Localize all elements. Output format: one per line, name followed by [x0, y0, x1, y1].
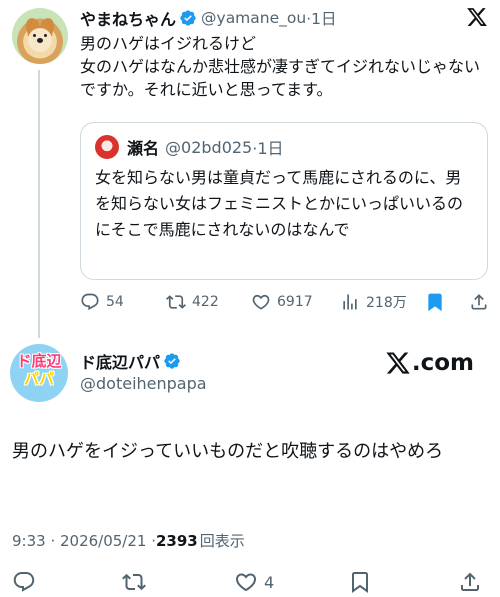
avatar-yamane[interactable] — [12, 8, 68, 64]
x-logo-icon — [386, 352, 410, 374]
tweet2-handle[interactable]: @doteihenpapa — [80, 374, 207, 393]
share-icon — [471, 294, 487, 310]
repost-count: 422 — [192, 294, 219, 310]
reply-count: 54 — [106, 294, 124, 310]
like-button[interactable]: 4 — [234, 570, 274, 594]
reply-button[interactable] — [12, 570, 42, 594]
share-button[interactable] — [458, 570, 488, 594]
tweet2-action-bar: 4 — [0, 570, 500, 596]
verified-badge-icon — [180, 10, 196, 26]
x-logo-icon[interactable] — [466, 6, 488, 28]
tweet1-handle[interactable]: @yamane_ou — [201, 9, 306, 27]
tweet1-author-name[interactable]: やまねちゃん — [80, 6, 176, 30]
avatar-doteihenpapa[interactable]: ド底辺 パパ — [10, 344, 68, 402]
bookmark-button[interactable] — [348, 570, 378, 594]
dog-eye-right — [44, 34, 47, 37]
repost-icon — [122, 573, 146, 591]
heart-icon — [252, 294, 270, 310]
tweet2-timestamp[interactable]: 9:33 · 2026/05/21 · — [12, 532, 156, 550]
bookmark-icon — [352, 572, 368, 593]
bookmark-button[interactable] — [425, 290, 451, 314]
bookmark-filled-icon — [428, 293, 442, 312]
quoted-text: 女を知らない男は童貞だって馬鹿にされるのに、男を知らない女はフェミニストとかにい… — [95, 168, 464, 239]
tweet2-view-count: 2393 — [155, 531, 198, 550]
views-button[interactable]: 218万 — [340, 290, 407, 314]
tweet2-author-name[interactable]: ド底辺パパ — [80, 349, 160, 373]
x-com-watermark: .com — [385, 350, 474, 376]
tweet2-view-label: 回表示 — [199, 532, 245, 550]
repost-icon — [166, 295, 186, 309]
share-button[interactable] — [469, 290, 495, 314]
share-icon — [461, 572, 479, 591]
like-count: 4 — [264, 572, 275, 592]
reply-button[interactable]: 54 — [80, 290, 124, 314]
thread-connector-line — [38, 70, 40, 338]
tweet2-text: 男のハゲをイジっていいものだと吹聴するのはやめろ — [12, 441, 444, 462]
avatar-logo-bottom: パパ — [23, 370, 54, 388]
heart-icon — [235, 573, 257, 592]
avatar-logo-top: ド底辺 — [16, 352, 62, 370]
quoted-time: ·1日 — [252, 139, 284, 158]
like-button[interactable]: 6917 — [251, 290, 313, 314]
tweet1-time[interactable]: ·1日 — [306, 7, 336, 29]
reply-icon — [81, 293, 99, 311]
quoted-handle: @02bd025 — [165, 137, 253, 157]
views-count: 218万 — [366, 295, 407, 311]
quoted-tweet[interactable]: 瀬名 @02bd025 ·1日 女を知らない男は童貞だって馬鹿にされるのに、男を… — [80, 122, 488, 280]
verified-badge-icon — [164, 353, 180, 369]
tweet1-action-bar: 54 422 6917 218万 — [80, 290, 492, 314]
tweet1-text: 男のハゲはイジれるけど 女のハゲはなんか悲壮感が凄すぎてイジれないじゃないですか… — [80, 34, 481, 99]
dog-eye-left — [33, 34, 36, 37]
x-com-label: .com — [411, 350, 474, 376]
views-chart-icon — [343, 294, 357, 310]
reply-icon — [13, 572, 35, 592]
repost-button[interactable]: 422 — [166, 290, 219, 314]
dog-nose — [37, 38, 43, 43]
quoted-header: 瀬名 @02bd025 ·1日 — [127, 135, 284, 159]
tweet1-header: やまねちゃん @yamane_ou ·1日 — [80, 6, 337, 30]
tweet2-name-row: ド底辺パパ — [80, 349, 185, 373]
tweet2-meta: 9:33 · 2026/05/21 · 2393 回表示 — [12, 530, 245, 551]
repost-button[interactable] — [122, 570, 152, 594]
quoted-avatar[interactable] — [95, 135, 119, 159]
quoted-author-name: 瀬名 — [127, 139, 160, 158]
like-count: 6917 — [277, 294, 313, 310]
